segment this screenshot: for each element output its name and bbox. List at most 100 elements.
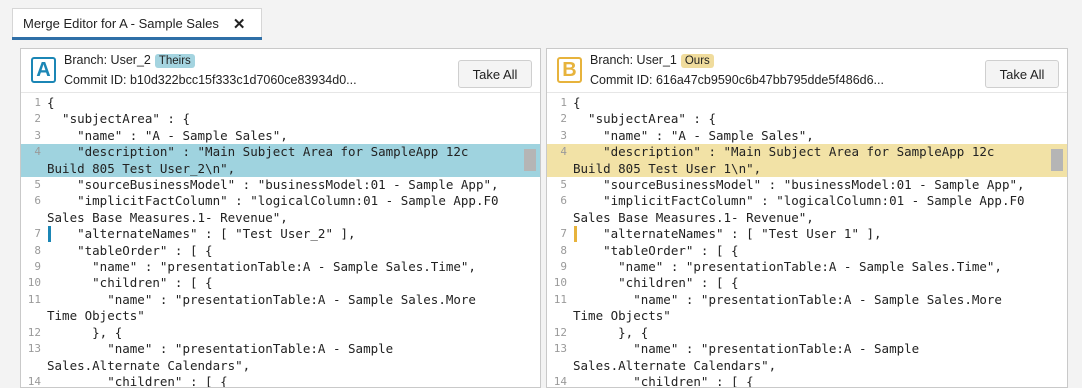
line-text: "subjectArea" : { — [47, 111, 190, 127]
line-number: 12 — [27, 325, 41, 339]
line-text: { — [47, 95, 55, 110]
theirs-code-view[interactable]: 1{2 "subjectArea" : {3 "name" : "A - Sam… — [21, 95, 540, 387]
tab-title: Merge Editor for A - Sample Sales — [23, 16, 219, 31]
take-all-ours-button[interactable]: Take All — [985, 60, 1059, 88]
line-number: 3 — [34, 128, 41, 142]
code-line: 3 "name" : "A - Sample Sales", — [21, 128, 540, 144]
line-number: 14 — [553, 374, 567, 388]
ours-scrollbar-thumb[interactable] — [1051, 149, 1063, 171]
tab-bar: Merge Editor for A - Sample Sales ✕ — [0, 0, 1082, 44]
change-marker — [48, 226, 51, 243]
line-text: "name" : "presentationTable:A - Sample S… — [47, 259, 476, 275]
line-number: 4 — [34, 145, 41, 159]
code-line: 2 "subjectArea" : { — [21, 111, 540, 127]
line-number: 5 — [560, 178, 567, 192]
code-line: 10 "children" : [ { — [547, 275, 1067, 291]
theirs-pane: A Branch: User_2 Theirs Commit ID: b10d32… — [20, 48, 541, 388]
line-number: 2 — [560, 112, 567, 126]
line-number: 4 — [560, 145, 567, 159]
code-line: 5 "sourceBusinessModel" : "businessModel… — [547, 177, 1067, 193]
line-number: 14 — [27, 374, 41, 388]
code-line: 1{ — [21, 95, 540, 111]
line-text: Sales Base Measures.1- Revenue", — [573, 209, 814, 225]
line-text: Build 805 Test User 1\n", — [573, 160, 762, 176]
line-number — [21, 161, 47, 177]
code-line: Sales Base Measures.1- Revenue", — [547, 210, 1067, 226]
line-number: 5 — [34, 178, 41, 192]
code-line: 4 "description" : "Main Subject Area for… — [21, 144, 540, 161]
line-text: "description" : "Main Subject Area for S… — [47, 144, 469, 160]
line-text: Sales.Alternate Calendars", — [573, 357, 777, 373]
badge-b-icon: B — [557, 57, 582, 83]
line-text: }, { — [47, 324, 123, 340]
line-text: "implicitFactColumn" : "logicalColumn:01… — [47, 193, 499, 209]
line-number — [21, 358, 47, 374]
line-text: "alternateNames" : [ "Test User 1" ], — [573, 226, 882, 242]
code-line: Time Objects" — [547, 308, 1067, 324]
line-text: "tableOrder" : [ { — [573, 242, 739, 258]
code-line: 13 "name" : "presentationTable:A - Sampl… — [547, 341, 1067, 357]
code-line: 8 "tableOrder" : [ { — [21, 243, 540, 259]
line-number: 8 — [560, 243, 567, 257]
code-line: Sales.Alternate Calendars", — [547, 358, 1067, 374]
theirs-scrollbar-thumb[interactable] — [524, 149, 536, 171]
line-text: "name" : "presentationTable:A - Sample S… — [47, 291, 476, 307]
take-all-theirs-button[interactable]: Take All — [458, 60, 532, 88]
code-line: 10 "children" : [ { — [21, 275, 540, 291]
line-text: }, { — [573, 324, 649, 340]
code-line: Time Objects" — [21, 308, 540, 324]
line-text: "children" : [ { — [47, 373, 228, 388]
code-line: 14 "children" : [ { — [547, 373, 1067, 388]
line-number: 1 — [560, 96, 567, 109]
change-marker — [574, 226, 577, 243]
theirs-commit-id: Commit ID: b10d322bcc15f333c1d7060ce8393… — [64, 73, 357, 87]
line-text: "children" : [ { — [573, 373, 754, 388]
line-text: { — [573, 95, 581, 110]
ours-code-view[interactable]: 1{2 "subjectArea" : {3 "name" : "A - Sam… — [547, 95, 1067, 387]
tab-merge-editor[interactable]: Merge Editor for A - Sample Sales ✕ — [12, 8, 262, 38]
line-text: "tableOrder" : [ { — [47, 242, 213, 258]
line-text: "children" : [ { — [573, 275, 739, 291]
line-number — [547, 161, 573, 177]
code-line: Sales Base Measures.1- Revenue", — [21, 210, 540, 226]
line-text: "subjectArea" : { — [573, 111, 716, 127]
line-number: 11 — [27, 292, 41, 306]
line-number: 9 — [560, 260, 567, 274]
code-line: 6 "implicitFactColumn" : "logicalColumn:… — [547, 193, 1067, 209]
code-line: 9 "name" : "presentationTable:A - Sample… — [21, 259, 540, 275]
code-line: 1{ — [547, 95, 1067, 111]
line-number: 13 — [27, 342, 41, 356]
line-text: "implicitFactColumn" : "logicalColumn:01… — [573, 193, 1025, 209]
ours-branch: Branch: User_1 Ours — [590, 53, 714, 68]
line-text: "name" : "presentationTable:A - Sample S… — [573, 291, 1002, 307]
code-line: Build 805 Test User_2\n", — [21, 160, 540, 178]
line-number: 10 — [27, 276, 41, 290]
ours-badge: Ours — [680, 54, 714, 68]
code-line: 12 }, { — [547, 325, 1067, 341]
badge-a-icon: A — [31, 57, 56, 83]
ours-branch-label: Branch: User_1 — [590, 53, 677, 67]
line-number: 9 — [34, 260, 41, 274]
line-number — [547, 210, 573, 226]
line-text: "alternateNames" : [ "Test User_2" ], — [47, 226, 356, 242]
line-number: 7 — [560, 227, 567, 241]
close-icon[interactable]: ✕ — [233, 15, 246, 33]
line-number: 7 — [34, 227, 41, 241]
code-line: 3 "name" : "A - Sample Sales", — [547, 128, 1067, 144]
line-text: "name" : "A - Sample Sales", — [573, 127, 814, 143]
code-line: 5 "sourceBusinessModel" : "businessModel… — [21, 177, 540, 193]
line-text: "name" : "presentationTable:A - Sample S… — [573, 259, 1002, 275]
line-text: Time Objects" — [573, 308, 671, 324]
line-number — [547, 358, 573, 374]
code-line: 6 "implicitFactColumn" : "logicalColumn:… — [21, 193, 540, 209]
line-number: 12 — [553, 325, 567, 339]
line-text: Time Objects" — [47, 308, 145, 324]
code-line: 13 "name" : "presentationTable:A - Sampl… — [21, 341, 540, 357]
line-text: "name" : "presentationTable:A - Sample — [573, 341, 920, 357]
line-number: 1 — [34, 96, 41, 109]
theirs-badge: Theirs — [154, 54, 195, 68]
theirs-branch-label: Branch: User_2 — [64, 53, 151, 67]
line-text: "name" : "A - Sample Sales", — [47, 127, 288, 143]
ours-pane: B Branch: User_1 Ours Commit ID: 616a47cb… — [546, 48, 1068, 388]
line-text: "sourceBusinessModel" : "businessModel:0… — [573, 177, 1025, 193]
